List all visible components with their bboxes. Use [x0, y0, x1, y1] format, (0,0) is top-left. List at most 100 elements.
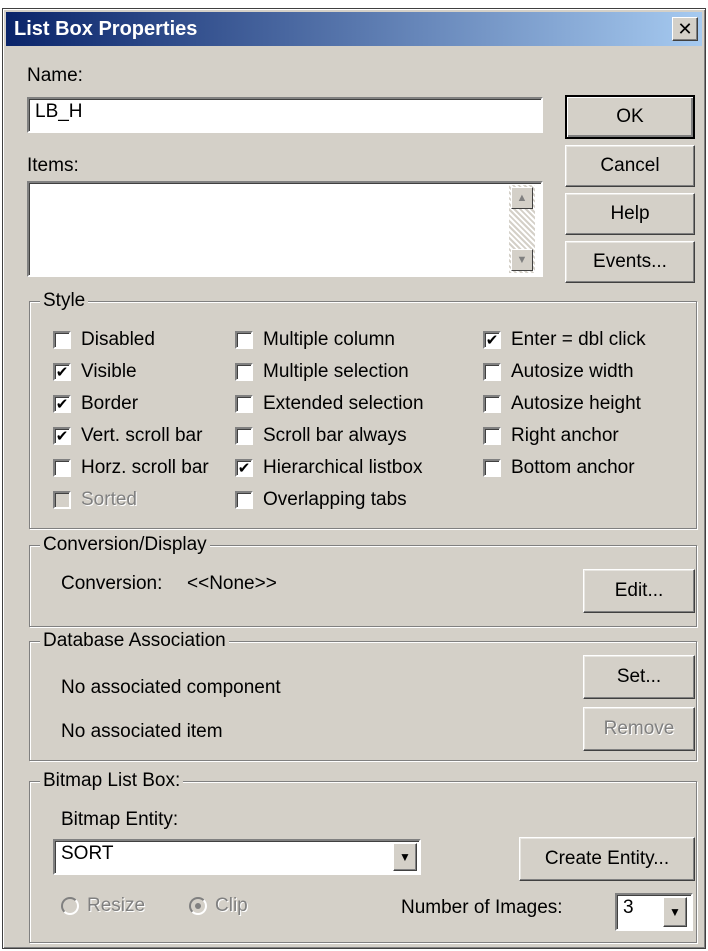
create-entity-button[interactable]: Create Entity...	[519, 837, 695, 881]
bitmap-entity-combo[interactable]: SORT	[53, 839, 421, 875]
help-button[interactable]: Help	[565, 193, 695, 235]
bitmap-group-title: Bitmap List Box:	[40, 770, 184, 792]
checkbox-label: Vert. scroll bar	[81, 425, 203, 446]
checkbox-autosize-width[interactable]: Autosize width	[483, 361, 634, 383]
associated-component-text: No associated component	[61, 677, 281, 698]
checkbox-label: Scroll bar always	[263, 425, 407, 446]
checkbox-label: Horz. scroll bar	[81, 457, 209, 478]
list-box-properties-dialog: List Box Properties ✕ Name: LB_H Items: …	[2, 8, 706, 949]
items-scrollbar[interactable]: ▲ ▼	[509, 185, 535, 273]
bitmap-entity-value: SORT	[61, 843, 114, 864]
name-input[interactable]: LB_H	[27, 97, 543, 133]
edit-button[interactable]: Edit...	[583, 569, 695, 613]
associated-item-text: No associated item	[61, 721, 223, 742]
checkbox-label: Visible	[81, 361, 137, 382]
checkbox-disabled[interactable]: Disabled	[53, 329, 155, 351]
checkbox-hierarchical-listbox[interactable]: ✔ Hierarchical listbox	[235, 457, 422, 479]
checkbox-sorted: Sorted	[53, 489, 137, 511]
radio-clip: Clip	[189, 895, 248, 917]
checkbox-horz-scroll-bar[interactable]: Horz. scroll bar	[53, 457, 209, 479]
bitmap-entity-dropdown-button[interactable]: ▼	[393, 843, 417, 871]
checkbox-box: ✔	[53, 427, 71, 445]
checkbox-autosize-height[interactable]: Autosize height	[483, 393, 641, 415]
checkbox-box	[235, 491, 253, 509]
checkbox-visible[interactable]: ✔ Visible	[53, 361, 137, 383]
checkbox-label: Right anchor	[511, 425, 619, 446]
bitmap-entity-label: Bitmap Entity:	[61, 809, 179, 830]
checkbox-overlapping-tabs[interactable]: Overlapping tabs	[235, 489, 407, 511]
checkbox-label: Bottom anchor	[511, 457, 635, 478]
checkbox-label: Multiple selection	[263, 361, 409, 382]
items-listbox[interactable]	[27, 181, 543, 277]
checkbox-label: Overlapping tabs	[263, 489, 407, 510]
checkmark-icon: ✔	[55, 395, 69, 413]
checkbox-multiple-column[interactable]: Multiple column	[235, 329, 395, 351]
radio-dot-icon	[195, 903, 201, 909]
number-of-images-dropdown-button[interactable]: ▼	[663, 897, 687, 927]
checkbox-label: Autosize width	[511, 361, 634, 382]
checkbox-label: Multiple column	[263, 329, 395, 350]
conversion-group-title: Conversion/Display	[40, 534, 210, 556]
conversion-label: Conversion:	[61, 573, 163, 594]
arrow-up-icon: ▲	[516, 191, 528, 204]
checkbox-vert-scroll-bar[interactable]: ✔ Vert. scroll bar	[53, 425, 202, 447]
cancel-button[interactable]: Cancel	[565, 145, 695, 187]
checkbox-border[interactable]: ✔ Border	[53, 393, 138, 415]
checkbox-box	[483, 427, 501, 445]
checkbox-right-anchor[interactable]: Right anchor	[483, 425, 619, 447]
dialog-title: List Box Properties	[14, 17, 198, 40]
checkbox-box: ✔	[53, 363, 71, 381]
close-icon: ✕	[677, 19, 693, 39]
checkbox-box: ✔	[53, 395, 71, 413]
checkbox-label: Sorted	[81, 489, 137, 510]
ok-button[interactable]: OK	[565, 95, 695, 139]
checkbox-multiple-selection[interactable]: Multiple selection	[235, 361, 409, 383]
checkbox-label: Autosize height	[511, 393, 641, 414]
title-bar[interactable]: List Box Properties ✕	[6, 12, 702, 46]
number-of-images-value: 3	[623, 897, 634, 918]
events-button[interactable]: Events...	[565, 241, 695, 283]
checkmark-icon: ✔	[237, 459, 251, 477]
chevron-down-icon: ▼	[399, 850, 411, 864]
conversion-value: <<None>>	[187, 573, 277, 594]
checkbox-box	[235, 427, 253, 445]
checkbox-box	[483, 363, 501, 381]
checkbox-box	[235, 363, 253, 381]
radio-resize: Resize	[61, 895, 145, 917]
radio-label: Clip	[215, 895, 248, 916]
checkbox-label: Enter = dbl click	[511, 329, 646, 350]
checkbox-box	[53, 331, 71, 349]
remove-button: Remove	[583, 707, 695, 751]
database-group-title: Database Association	[40, 630, 229, 652]
checkbox-box: ✔	[235, 459, 253, 477]
checkbox-bottom-anchor[interactable]: Bottom anchor	[483, 457, 635, 479]
checkbox-box	[53, 459, 71, 477]
checkmark-icon: ✔	[55, 427, 69, 445]
items-label: Items:	[27, 155, 79, 176]
checkmark-icon: ✔	[55, 363, 69, 381]
checkbox-label: Extended selection	[263, 393, 424, 414]
checkbox-label: Hierarchical listbox	[263, 457, 423, 478]
close-button[interactable]: ✕	[672, 17, 698, 41]
name-label: Name:	[27, 65, 83, 86]
checkbox-box	[483, 459, 501, 477]
checkbox-label: Border	[81, 393, 139, 414]
checkbox-scroll-bar-always[interactable]: Scroll bar always	[235, 425, 407, 447]
style-group-title: Style	[40, 290, 89, 312]
checkbox-box	[235, 331, 253, 349]
checkbox-enter-dbl-click[interactable]: ✔ Enter = dbl click	[483, 329, 646, 351]
set-button[interactable]: Set...	[583, 655, 695, 699]
checkmark-icon: ✔	[485, 331, 499, 349]
scroll-up-button[interactable]: ▲	[511, 187, 533, 209]
checkbox-label: Disabled	[81, 329, 155, 350]
arrow-down-icon: ▼	[516, 253, 528, 266]
checkbox-extended-selection[interactable]: Extended selection	[235, 393, 424, 415]
checkbox-box	[483, 395, 501, 413]
checkbox-box	[53, 491, 71, 509]
checkbox-box	[235, 395, 253, 413]
chevron-down-icon: ▼	[669, 905, 681, 919]
checkbox-box: ✔	[483, 331, 501, 349]
radio-circle	[189, 897, 207, 915]
radio-label: Resize	[87, 895, 146, 916]
scroll-down-button[interactable]: ▼	[511, 249, 533, 271]
